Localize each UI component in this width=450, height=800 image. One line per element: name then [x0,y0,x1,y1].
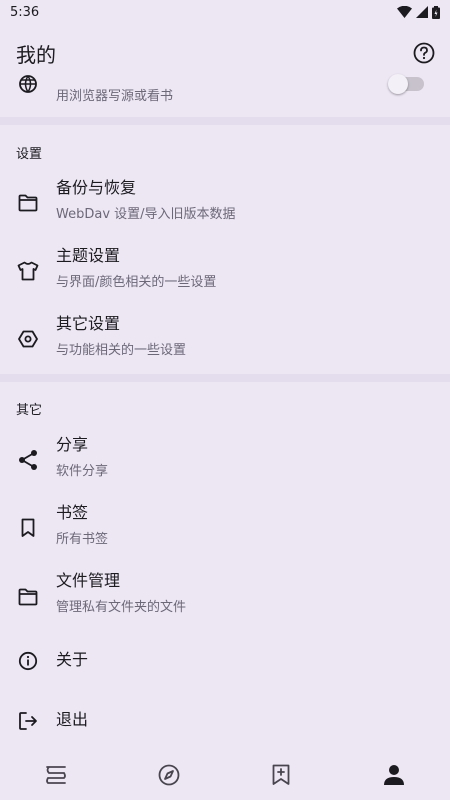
web-service-toggle[interactable] [388,74,424,94]
bottom-navigation [0,750,450,800]
other-settings-title: 其它设置 [56,314,121,333]
nav-rss[interactable] [225,750,338,800]
help-icon [413,42,435,64]
theme-subtitle: 与界面/颜色相关的一些设置 [56,275,217,290]
share-icon [19,450,37,470]
settings-hexagon-icon [18,330,38,348]
bookmarks-title: 书签 [56,503,89,522]
exit-icon-wrap [16,709,40,733]
other-settings-subtitle: 与功能相关的一些设置 [56,343,187,358]
other-settings-icon-wrap [16,327,40,351]
bookmark-icon-wrap [16,516,40,540]
file-manager-title: 文件管理 [56,571,121,590]
folder-icon [18,588,38,606]
rss-bookmark-icon [272,764,290,785]
exit-row[interactable]: 退出 [0,696,450,746]
section-header-settings: 设置 [16,147,43,162]
page-title: 我的 [16,42,56,67]
bookmarks-row[interactable]: 书签 所有书签 [0,495,450,561]
status-time: 5:36 [10,4,40,20]
backup-restore-row[interactable]: 备份与恢复 WebDav 设置/导入旧版本数据 [0,170,450,236]
web-icon-wrap [16,72,40,96]
share-row[interactable]: 分享 软件分享 [0,427,450,493]
nav-bookshelf[interactable] [0,750,113,800]
about-row[interactable]: 关于 [0,636,450,686]
compass-icon [158,764,180,786]
info-icon [18,651,38,671]
help-button[interactable] [410,39,438,67]
person-icon [383,765,404,785]
theme-icon-wrap [16,259,40,283]
exit-icon [19,712,37,730]
status-icons [397,5,440,19]
tshirt-icon [17,261,39,281]
battery-icon [432,5,440,19]
wifi-icon [397,6,412,18]
settings-list[interactable]: 用浏览器写源或看书 设置 备份与恢复 WebDav 设置/导入旧版本数据 主题设… [0,70,450,750]
share-icon-wrap [16,448,40,472]
theme-title: 主题设置 [56,246,121,265]
nav-discover[interactable] [113,750,226,800]
backup-title: 备份与恢复 [56,178,137,197]
file-manager-subtitle: 管理私有文件夹的文件 [56,600,187,615]
section-divider [0,374,450,382]
nav-my[interactable] [338,750,450,800]
section-header-other: 其它 [16,403,43,418]
backup-subtitle: WebDav 设置/导入旧版本数据 [56,207,236,222]
file-manager-icon-wrap [16,585,40,609]
exit-title: 退出 [56,710,89,729]
other-settings-row[interactable]: 其它设置 与功能相关的一些设置 [0,306,450,372]
signal-icon [416,6,428,18]
bookmarks-subtitle: 所有书签 [56,532,109,547]
bookshelf-icon [46,766,67,784]
share-subtitle: 软件分享 [56,464,109,479]
theme-settings-row[interactable]: 主题设置 与界面/颜色相关的一些设置 [0,238,450,304]
bookmark-icon [21,518,35,537]
globe-icon [19,75,37,93]
toggle-knob [388,74,408,94]
file-manager-row[interactable]: 文件管理 管理私有文件夹的文件 [0,563,450,629]
about-icon-wrap [16,649,40,673]
web-service-subtitle: 用浏览器写源或看书 [56,89,174,104]
about-title: 关于 [56,650,89,669]
share-title: 分享 [56,435,89,454]
folder-icon [18,194,38,212]
section-divider [0,117,450,125]
web-service-row[interactable]: 用浏览器写源或看书 [0,70,450,116]
status-bar: 5:36 [0,0,450,24]
backup-icon-wrap [16,191,40,215]
